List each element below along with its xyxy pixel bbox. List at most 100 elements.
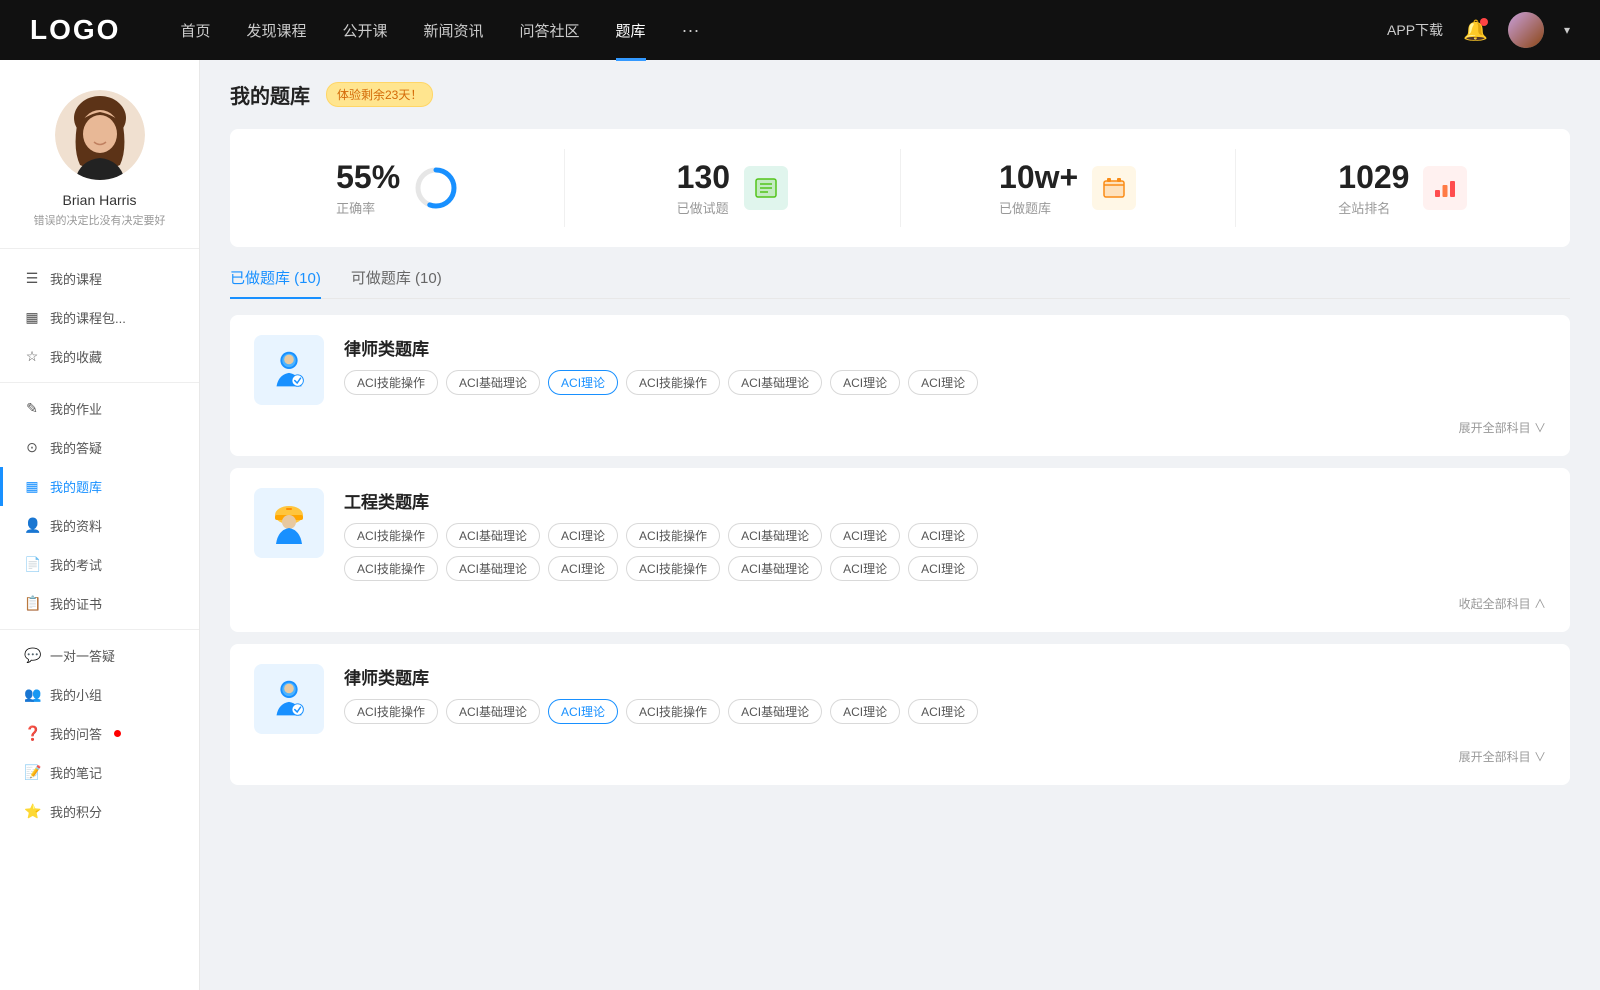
sidebar-item-group[interactable]: 👥 我的小组 [0,675,199,714]
correct-rate-chart [414,166,458,210]
nav-news[interactable]: 新闻资讯 [424,20,484,41]
l2-tag-5[interactable]: ACI理论 [830,699,900,724]
eng-tag-r2-2[interactable]: ACI理论 [548,556,618,581]
expand-lawyer-2-button[interactable]: 展开全部科目 ∨ [254,748,1546,765]
sidebar-menu: ☰ 我的课程 ▦ 我的课程包... ☆ 我的收藏 ✎ 我的作业 ⊙ 我的答疑 ▦ [0,259,199,831]
sidebar-item-one-on-one[interactable]: 💬 一对一答疑 [0,636,199,675]
eng-tag-r2-4[interactable]: ACI基础理论 [728,556,822,581]
stat-correct-rate-value: 55% [336,159,400,196]
nav-qa[interactable]: 问答社区 [520,20,580,41]
tag-6[interactable]: ACI理论 [908,370,978,395]
user-dropdown-arrow[interactable]: ▾ [1564,23,1570,37]
tabs-row: 已做题库 (10) 可做题库 (10) [230,267,1570,299]
sidebar-item-certificates[interactable]: 📋 我的证书 [0,584,199,623]
user-avatar[interactable] [1508,12,1544,48]
lawyer-bank-icon [254,335,324,405]
eng-tag-r1-1[interactable]: ACI基础理论 [446,523,540,548]
tag-4[interactable]: ACI基础理论 [728,370,822,395]
sidebar-avatar [55,90,145,180]
l2-tag-6[interactable]: ACI理论 [908,699,978,724]
sidebar-item-exams[interactable]: 📄 我的考试 [0,545,199,584]
sidebar-item-answers[interactable]: ❓ 我的问答 [0,714,199,753]
eng-tag-r1-4[interactable]: ACI基础理论 [728,523,822,548]
sidebar-item-favorites[interactable]: ☆ 我的收藏 [0,337,199,376]
sidebar-item-my-questions[interactable]: ⊙ 我的答疑 [0,428,199,467]
app-download-button[interactable]: APP下载 [1387,20,1443,40]
certificates-icon: 📋 [24,595,40,612]
expand-lawyer-1-button[interactable]: 展开全部科目 ∨ [254,419,1546,436]
notification-bell[interactable]: 🔔 [1463,18,1488,43]
eng-tag-r1-5[interactable]: ACI理论 [830,523,900,548]
qbank-engineer-content: 工程类题库 ACI技能操作 ACI基础理论 ACI理论 ACI技能操作 ACI基… [344,488,1546,581]
eng-tag-r2-5[interactable]: ACI理论 [830,556,900,581]
stat-correct-rate: 55% 正确率 [230,149,565,227]
tag-5[interactable]: ACI理论 [830,370,900,395]
qbank-lawyer-1-title: 律师类题库 [344,335,1546,360]
eng-tag-r1-0[interactable]: ACI技能操作 [344,523,438,548]
group-icon: 👥 [24,686,40,703]
nav-questionbank[interactable]: 题库 [616,20,646,41]
sidebar-profile: Brian Harris 错误的决定比没有决定要好 [0,90,199,249]
exams-icon: 📄 [24,556,40,573]
stat-done-banks: 10w+ 已做题库 [901,149,1236,227]
stat-done-banks-value: 10w+ [999,159,1078,196]
logo: LOGO [30,14,120,46]
my-courses-label: 我的课程 [50,269,102,288]
course-packages-icon: ▦ [24,309,40,326]
collapse-engineer-button[interactable]: 收起全部科目 ∧ [254,595,1546,612]
tag-0[interactable]: ACI技能操作 [344,370,438,395]
answers-icon: ❓ [24,725,40,742]
l2-tag-2[interactable]: ACI理论 [548,699,618,724]
nav-open-course[interactable]: 公开课 [342,20,387,41]
sidebar-item-profile[interactable]: 👤 我的资料 [0,506,199,545]
group-label: 我的小组 [50,685,102,704]
tag-3[interactable]: ACI技能操作 [626,370,720,395]
stat-done-banks-values: 10w+ 已做题库 [999,159,1078,217]
sidebar-item-homework[interactable]: ✎ 我的作业 [0,389,199,428]
qbank-lawyer-2-tags: ACI技能操作 ACI基础理论 ACI理论 ACI技能操作 ACI基础理论 AC… [344,699,1546,724]
done-banks-icon [1092,166,1136,210]
notification-dot [1480,18,1488,26]
eng-tag-r2-3[interactable]: ACI技能操作 [626,556,720,581]
stat-rank-value: 1029 [1338,159,1409,196]
qbank-card-engineer: 工程类题库 ACI技能操作 ACI基础理论 ACI理论 ACI技能操作 ACI基… [230,468,1570,632]
eng-tag-r1-6[interactable]: ACI理论 [908,523,978,548]
tab-done-banks[interactable]: 已做题库 (10) [230,267,321,298]
eng-tag-r2-0[interactable]: ACI技能操作 [344,556,438,581]
navbar-right: APP下载 🔔 ▾ [1387,12,1570,48]
tag-1[interactable]: ACI基础理论 [446,370,540,395]
navbar: LOGO 首页 发现课程 公开课 新闻资讯 问答社区 题库 ··· APP下载 … [0,0,1600,60]
stat-correct-rate-label: 正确率 [336,198,400,217]
exams-label: 我的考试 [50,555,102,574]
eng-tag-r2-6[interactable]: ACI理论 [908,556,978,581]
trial-badge: 体验剩余23天！ [326,82,433,107]
l2-tag-4[interactable]: ACI基础理论 [728,699,822,724]
favorites-icon: ☆ [24,348,40,365]
tab-available-banks[interactable]: 可做题库 (10) [351,267,442,298]
eng-tag-r1-2[interactable]: ACI理论 [548,523,618,548]
answers-label: 我的问答 [50,724,102,743]
sidebar-item-course-packages[interactable]: ▦ 我的课程包... [0,298,199,337]
l2-tag-3[interactable]: ACI技能操作 [626,699,720,724]
sidebar: Brian Harris 错误的决定比没有决定要好 ☰ 我的课程 ▦ 我的课程包… [0,60,200,990]
qbank-card-lawyer-1-header: 律师类题库 ACI技能操作 ACI基础理论 ACI理论 ACI技能操作 ACI基… [254,335,1546,405]
nav-courses[interactable]: 发现课程 [246,20,306,41]
qbank-card-lawyer-2: 律师类题库 ACI技能操作 ACI基础理论 ACI理论 ACI技能操作 ACI基… [230,644,1570,785]
eng-tag-r1-3[interactable]: ACI技能操作 [626,523,720,548]
sidebar-item-my-courses[interactable]: ☰ 我的课程 [0,259,199,298]
questionbank-label: 我的题库 [50,477,102,496]
profile-label: 我的资料 [50,516,102,535]
eng-tag-r2-1[interactable]: ACI基础理论 [446,556,540,581]
nav-more[interactable]: ··· [682,20,700,41]
sidebar-item-points[interactable]: ⭐ 我的积分 [0,792,199,831]
tag-2[interactable]: ACI理论 [548,370,618,395]
avatar-image [1508,12,1544,48]
stat-rank-label: 全站排名 [1338,198,1409,217]
stats-bar: 55% 正确率 130 已做试题 [230,129,1570,247]
nav-home[interactable]: 首页 [180,20,210,41]
sidebar-item-notes[interactable]: 📝 我的笔记 [0,753,199,792]
l2-tag-1[interactable]: ACI基础理论 [446,699,540,724]
l2-tag-0[interactable]: ACI技能操作 [344,699,438,724]
qbank-lawyer-1-content: 律师类题库 ACI技能操作 ACI基础理论 ACI理论 ACI技能操作 ACI基… [344,335,1546,395]
sidebar-item-questionbank[interactable]: ▦ 我的题库 [0,467,199,506]
